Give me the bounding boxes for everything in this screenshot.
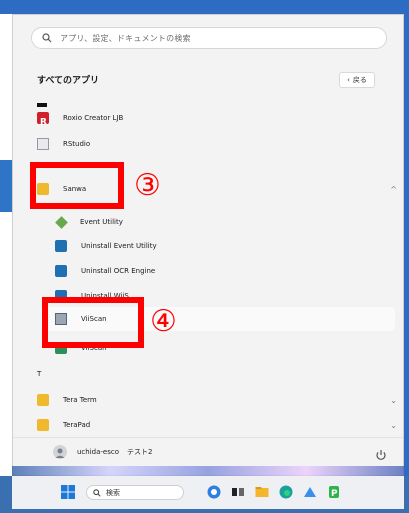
edge-icon[interactable] <box>278 484 294 500</box>
power-icon[interactable] <box>375 449 387 461</box>
user-account[interactable]: uchida-esco テスト2 <box>53 445 152 459</box>
letter-header-t[interactable]: T <box>37 363 41 385</box>
taskbar-search-label: 検索 <box>106 488 120 497</box>
annotation-box-3 <box>30 162 124 209</box>
back-button[interactable]: ‹ 戻る <box>339 72 375 88</box>
event-utility-icon <box>55 215 68 229</box>
chevron-up-icon: ^ <box>390 184 397 194</box>
search-icon <box>42 33 52 43</box>
wallpaper-strip <box>12 466 404 476</box>
annotation-number-4: ④ <box>150 304 177 339</box>
windows-start-icon[interactable] <box>60 484 76 500</box>
copilot-icon[interactable] <box>206 484 222 500</box>
footer-divider <box>13 437 403 438</box>
rstudio-icon <box>37 138 49 150</box>
user-name: uchida-esco <box>77 448 120 456</box>
screen-frame-left <box>0 160 12 212</box>
task-view-icon[interactable] <box>230 484 246 500</box>
start-menu: アプリ、設定、ドキュメントの検索 すべてのアプリ ‹ 戻る R Roxio Cr… <box>12 14 404 476</box>
folder-item-terapad[interactable]: TeraPad ⌄ <box>37 414 397 436</box>
svg-text:P: P <box>331 489 338 499</box>
app-item-event-utility[interactable]: Event Utility <box>55 211 123 233</box>
avatar <box>53 445 67 459</box>
app-label: Roxio Creator LJB <box>63 114 124 122</box>
app-label: TeraPad <box>63 421 91 429</box>
screen-frame-top <box>0 0 409 14</box>
annotation-box-4 <box>42 297 144 348</box>
roxio-icon: R <box>37 112 49 128</box>
app-label: Uninstall Event Utility <box>81 242 157 250</box>
app-item-rstudio[interactable]: RStudio <box>37 133 90 155</box>
back-label: 戻る <box>352 76 367 84</box>
all-apps-title: すべてのアプリ <box>37 76 100 86</box>
folder-icon <box>37 394 49 406</box>
chevron-left-icon: ‹ <box>347 76 350 84</box>
uninstall-icon <box>55 240 67 252</box>
search-icon <box>93 488 101 497</box>
app-label: Event Utility <box>80 218 123 226</box>
app-item-uninstall-ocr-engine[interactable]: Uninstall OCR Engine <box>55 260 155 282</box>
app-label: RStudio <box>63 140 91 148</box>
app-label: Uninstall OCR Engine <box>81 267 156 275</box>
folder-item-tera-term[interactable]: Tera Term ⌄ <box>37 389 397 411</box>
screen-frame-right <box>404 0 409 476</box>
search-placeholder: アプリ、設定、ドキュメントの検索 <box>60 33 191 43</box>
search-input[interactable]: アプリ、設定、ドキュメントの検索 <box>31 27 387 49</box>
file-explorer-icon[interactable] <box>254 484 270 500</box>
folder-icon <box>37 419 49 431</box>
letter-label: T <box>37 370 42 378</box>
app-label: Tera Term <box>63 396 97 404</box>
app-item-roxio[interactable]: R Roxio Creator LJB <box>37 107 123 129</box>
taskbar: 検索 P <box>12 476 404 509</box>
app-item-uninstall-event-utility[interactable]: Uninstall Event Utility <box>55 235 157 257</box>
uninstall-icon <box>55 265 67 277</box>
photos-icon[interactable] <box>302 484 318 500</box>
app-icon[interactable]: P <box>326 484 342 500</box>
chevron-down-icon: ⌄ <box>390 395 397 405</box>
user-icon <box>55 448 65 458</box>
chevron-down-icon: ⌄ <box>390 420 397 430</box>
taskbar-search[interactable]: 検索 <box>86 485 184 500</box>
user-suffix: テスト2 <box>127 448 153 456</box>
annotation-number-3: ③ <box>134 168 161 203</box>
svg-text:R: R <box>40 118 47 128</box>
